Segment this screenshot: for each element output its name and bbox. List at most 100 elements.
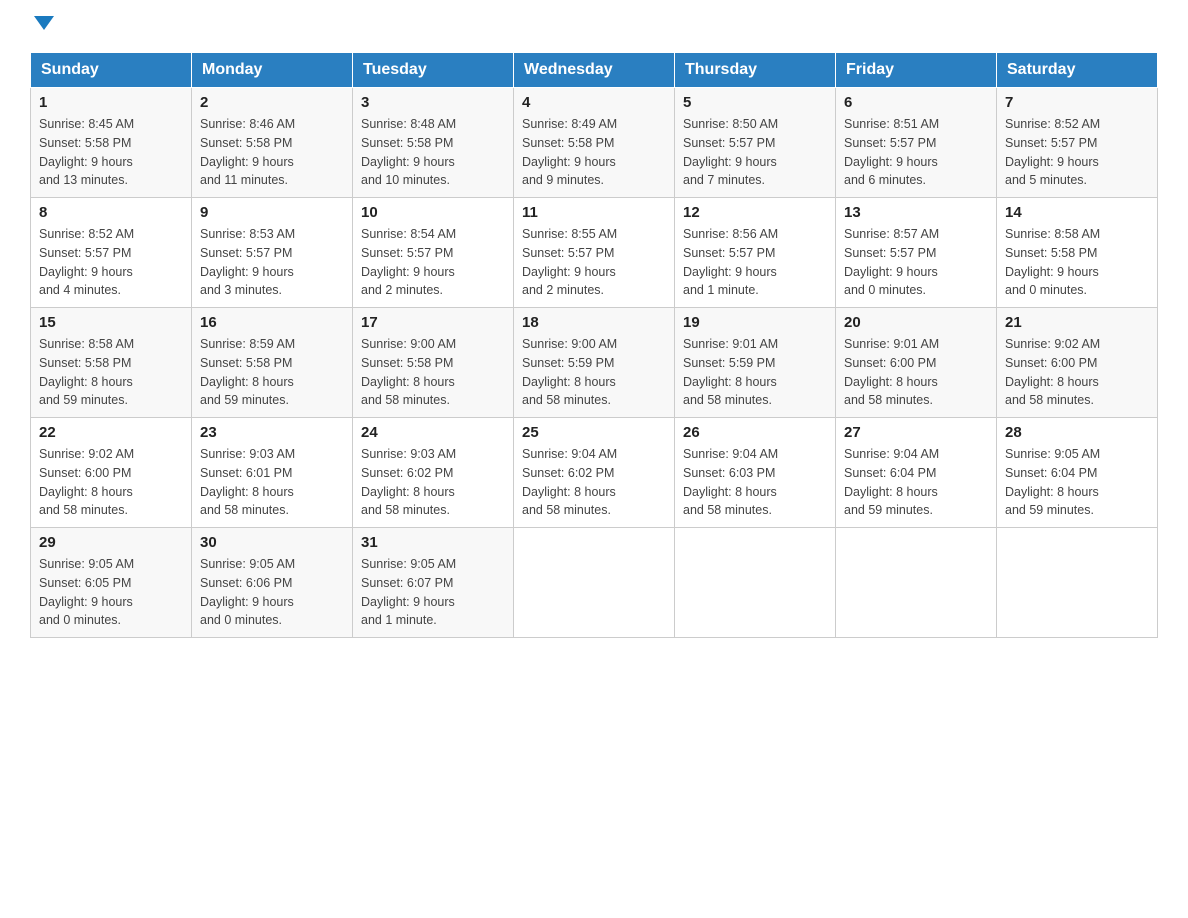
- calendar-day-cell: 8 Sunrise: 8:52 AM Sunset: 5:57 PM Dayli…: [31, 198, 192, 308]
- day-number: 6: [844, 94, 988, 111]
- day-info: Sunrise: 8:54 AM Sunset: 5:57 PM Dayligh…: [361, 225, 505, 300]
- day-info: Sunrise: 8:45 AM Sunset: 5:58 PM Dayligh…: [39, 115, 183, 190]
- day-number: 15: [39, 314, 183, 331]
- col-sunday: Sunday: [31, 53, 192, 88]
- day-number: 29: [39, 534, 183, 551]
- logo-icon: [30, 20, 54, 34]
- calendar-day-cell: 11 Sunrise: 8:55 AM Sunset: 5:57 PM Dayl…: [514, 198, 675, 308]
- calendar-header-row: Sunday Monday Tuesday Wednesday Thursday…: [31, 53, 1158, 88]
- day-info: Sunrise: 9:03 AM Sunset: 6:02 PM Dayligh…: [361, 445, 505, 520]
- day-number: 2: [200, 94, 344, 111]
- calendar-day-cell: 13 Sunrise: 8:57 AM Sunset: 5:57 PM Dayl…: [836, 198, 997, 308]
- day-info: Sunrise: 9:05 AM Sunset: 6:07 PM Dayligh…: [361, 555, 505, 630]
- col-thursday: Thursday: [675, 53, 836, 88]
- calendar-day-cell: 23 Sunrise: 9:03 AM Sunset: 6:01 PM Dayl…: [192, 418, 353, 528]
- day-number: 11: [522, 204, 666, 221]
- day-number: 12: [683, 204, 827, 221]
- calendar-week-row: 22 Sunrise: 9:02 AM Sunset: 6:00 PM Dayl…: [31, 418, 1158, 528]
- day-number: 16: [200, 314, 344, 331]
- col-monday: Monday: [192, 53, 353, 88]
- day-info: Sunrise: 9:01 AM Sunset: 5:59 PM Dayligh…: [683, 335, 827, 410]
- calendar-day-cell: 7 Sunrise: 8:52 AM Sunset: 5:57 PM Dayli…: [997, 88, 1158, 198]
- day-info: Sunrise: 9:02 AM Sunset: 6:00 PM Dayligh…: [1005, 335, 1149, 410]
- calendar-day-cell: 31 Sunrise: 9:05 AM Sunset: 6:07 PM Dayl…: [353, 528, 514, 638]
- calendar-day-cell: 24 Sunrise: 9:03 AM Sunset: 6:02 PM Dayl…: [353, 418, 514, 528]
- calendar-day-cell: 2 Sunrise: 8:46 AM Sunset: 5:58 PM Dayli…: [192, 88, 353, 198]
- col-friday: Friday: [836, 53, 997, 88]
- day-info: Sunrise: 8:52 AM Sunset: 5:57 PM Dayligh…: [39, 225, 183, 300]
- day-info: Sunrise: 8:55 AM Sunset: 5:57 PM Dayligh…: [522, 225, 666, 300]
- day-info: Sunrise: 9:05 AM Sunset: 6:06 PM Dayligh…: [200, 555, 344, 630]
- day-info: Sunrise: 8:57 AM Sunset: 5:57 PM Dayligh…: [844, 225, 988, 300]
- day-number: 9: [200, 204, 344, 221]
- calendar-day-cell: [997, 528, 1158, 638]
- day-info: Sunrise: 8:58 AM Sunset: 5:58 PM Dayligh…: [1005, 225, 1149, 300]
- day-number: 22: [39, 424, 183, 441]
- calendar-week-row: 8 Sunrise: 8:52 AM Sunset: 5:57 PM Dayli…: [31, 198, 1158, 308]
- day-number: 4: [522, 94, 666, 111]
- day-info: Sunrise: 9:00 AM Sunset: 5:58 PM Dayligh…: [361, 335, 505, 410]
- calendar-day-cell: 3 Sunrise: 8:48 AM Sunset: 5:58 PM Dayli…: [353, 88, 514, 198]
- calendar-day-cell: 14 Sunrise: 8:58 AM Sunset: 5:58 PM Dayl…: [997, 198, 1158, 308]
- day-info: Sunrise: 8:50 AM Sunset: 5:57 PM Dayligh…: [683, 115, 827, 190]
- calendar-day-cell: 20 Sunrise: 9:01 AM Sunset: 6:00 PM Dayl…: [836, 308, 997, 418]
- day-number: 7: [1005, 94, 1149, 111]
- day-number: 26: [683, 424, 827, 441]
- calendar-day-cell: 16 Sunrise: 8:59 AM Sunset: 5:58 PM Dayl…: [192, 308, 353, 418]
- day-info: Sunrise: 9:05 AM Sunset: 6:05 PM Dayligh…: [39, 555, 183, 630]
- calendar-day-cell: 17 Sunrise: 9:00 AM Sunset: 5:58 PM Dayl…: [353, 308, 514, 418]
- calendar-day-cell: 4 Sunrise: 8:49 AM Sunset: 5:58 PM Dayli…: [514, 88, 675, 198]
- day-number: 31: [361, 534, 505, 551]
- calendar-day-cell: 5 Sunrise: 8:50 AM Sunset: 5:57 PM Dayli…: [675, 88, 836, 198]
- day-info: Sunrise: 8:52 AM Sunset: 5:57 PM Dayligh…: [1005, 115, 1149, 190]
- calendar-day-cell: 25 Sunrise: 9:04 AM Sunset: 6:02 PM Dayl…: [514, 418, 675, 528]
- day-info: Sunrise: 8:53 AM Sunset: 5:57 PM Dayligh…: [200, 225, 344, 300]
- day-number: 18: [522, 314, 666, 331]
- day-info: Sunrise: 9:00 AM Sunset: 5:59 PM Dayligh…: [522, 335, 666, 410]
- calendar-week-row: 29 Sunrise: 9:05 AM Sunset: 6:05 PM Dayl…: [31, 528, 1158, 638]
- calendar-day-cell: 21 Sunrise: 9:02 AM Sunset: 6:00 PM Dayl…: [997, 308, 1158, 418]
- col-saturday: Saturday: [997, 53, 1158, 88]
- day-number: 21: [1005, 314, 1149, 331]
- day-number: 25: [522, 424, 666, 441]
- calendar-day-cell: 26 Sunrise: 9:04 AM Sunset: 6:03 PM Dayl…: [675, 418, 836, 528]
- col-wednesday: Wednesday: [514, 53, 675, 88]
- calendar-day-cell: 22 Sunrise: 9:02 AM Sunset: 6:00 PM Dayl…: [31, 418, 192, 528]
- calendar-day-cell: 30 Sunrise: 9:05 AM Sunset: 6:06 PM Dayl…: [192, 528, 353, 638]
- day-info: Sunrise: 9:05 AM Sunset: 6:04 PM Dayligh…: [1005, 445, 1149, 520]
- logo: [30, 20, 54, 34]
- logo-triangle-icon: [34, 16, 54, 30]
- day-info: Sunrise: 8:56 AM Sunset: 5:57 PM Dayligh…: [683, 225, 827, 300]
- calendar-day-cell: 10 Sunrise: 8:54 AM Sunset: 5:57 PM Dayl…: [353, 198, 514, 308]
- day-info: Sunrise: 8:51 AM Sunset: 5:57 PM Dayligh…: [844, 115, 988, 190]
- day-info: Sunrise: 8:59 AM Sunset: 5:58 PM Dayligh…: [200, 335, 344, 410]
- calendar-day-cell: 28 Sunrise: 9:05 AM Sunset: 6:04 PM Dayl…: [997, 418, 1158, 528]
- day-number: 8: [39, 204, 183, 221]
- calendar-day-cell: 29 Sunrise: 9:05 AM Sunset: 6:05 PM Dayl…: [31, 528, 192, 638]
- day-info: Sunrise: 9:04 AM Sunset: 6:02 PM Dayligh…: [522, 445, 666, 520]
- day-info: Sunrise: 9:01 AM Sunset: 6:00 PM Dayligh…: [844, 335, 988, 410]
- calendar-day-cell: 9 Sunrise: 8:53 AM Sunset: 5:57 PM Dayli…: [192, 198, 353, 308]
- day-number: 14: [1005, 204, 1149, 221]
- calendar-day-cell: 18 Sunrise: 9:00 AM Sunset: 5:59 PM Dayl…: [514, 308, 675, 418]
- calendar-week-row: 15 Sunrise: 8:58 AM Sunset: 5:58 PM Dayl…: [31, 308, 1158, 418]
- day-info: Sunrise: 9:02 AM Sunset: 6:00 PM Dayligh…: [39, 445, 183, 520]
- day-number: 24: [361, 424, 505, 441]
- page-header: [30, 20, 1158, 34]
- day-info: Sunrise: 9:04 AM Sunset: 6:04 PM Dayligh…: [844, 445, 988, 520]
- day-number: 23: [200, 424, 344, 441]
- calendar-day-cell: 15 Sunrise: 8:58 AM Sunset: 5:58 PM Dayl…: [31, 308, 192, 418]
- day-info: Sunrise: 8:46 AM Sunset: 5:58 PM Dayligh…: [200, 115, 344, 190]
- calendar-day-cell: [675, 528, 836, 638]
- day-number: 20: [844, 314, 988, 331]
- calendar-day-cell: 19 Sunrise: 9:01 AM Sunset: 5:59 PM Dayl…: [675, 308, 836, 418]
- calendar-day-cell: 1 Sunrise: 8:45 AM Sunset: 5:58 PM Dayli…: [31, 88, 192, 198]
- day-number: 19: [683, 314, 827, 331]
- calendar-day-cell: 12 Sunrise: 8:56 AM Sunset: 5:57 PM Dayl…: [675, 198, 836, 308]
- day-info: Sunrise: 8:49 AM Sunset: 5:58 PM Dayligh…: [522, 115, 666, 190]
- day-info: Sunrise: 8:48 AM Sunset: 5:58 PM Dayligh…: [361, 115, 505, 190]
- day-info: Sunrise: 8:58 AM Sunset: 5:58 PM Dayligh…: [39, 335, 183, 410]
- day-number: 3: [361, 94, 505, 111]
- day-number: 1: [39, 94, 183, 111]
- day-number: 30: [200, 534, 344, 551]
